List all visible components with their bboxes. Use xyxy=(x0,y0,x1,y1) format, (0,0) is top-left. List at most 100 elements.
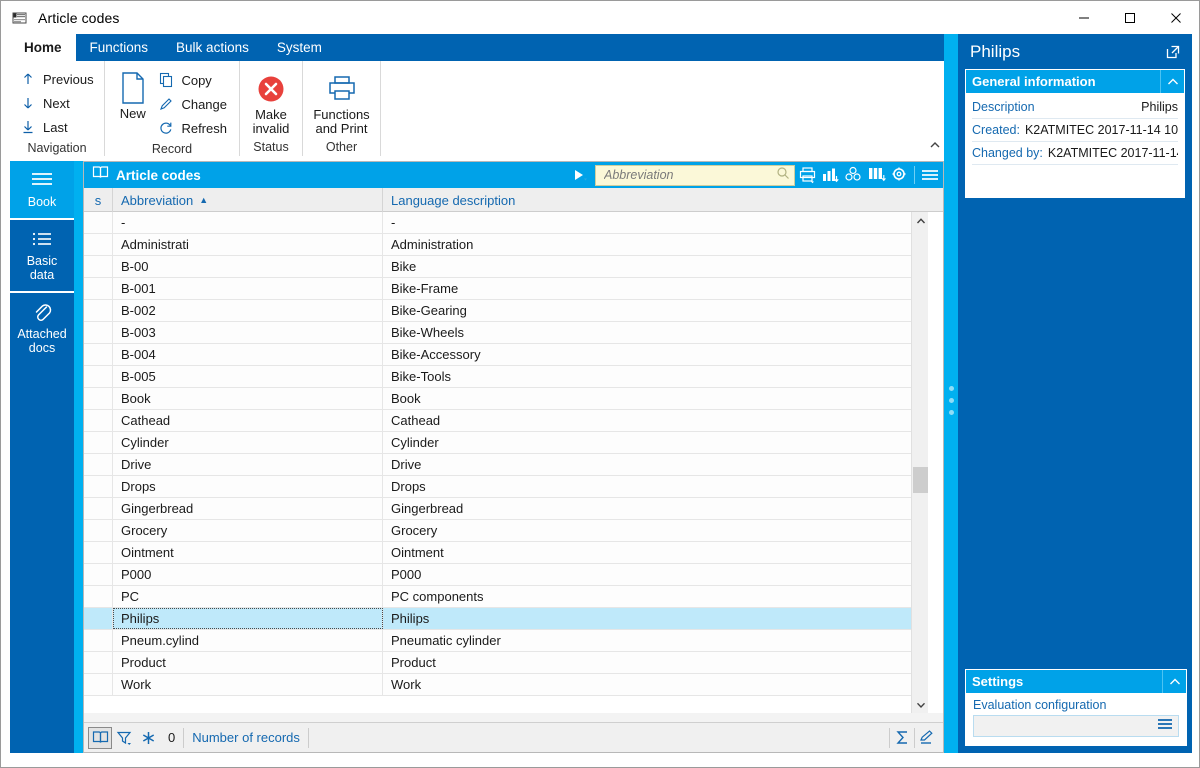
tab-functions[interactable]: Functions xyxy=(76,34,163,61)
scrollbar-thumb[interactable] xyxy=(913,467,928,493)
cell-s xyxy=(84,674,113,695)
group-icon[interactable] xyxy=(843,165,864,186)
table-row[interactable]: B-001 Bike-Frame xyxy=(84,278,911,300)
grid-header-row: s Abbreviation ▲ Language description xyxy=(84,188,943,212)
table-row[interactable]: PC PC components xyxy=(84,586,911,608)
cell-language-description: Bike-Accessory xyxy=(391,347,481,362)
tab-bulk-actions[interactable]: Bulk actions xyxy=(162,34,263,61)
column-header-s[interactable]: s xyxy=(84,188,113,212)
table-row[interactable]: B-00 Bike xyxy=(84,256,911,278)
detail-row-changed-by: Changed by: K2ATMITEC 2017-11-14 1... xyxy=(972,142,1178,165)
scroll-up-button[interactable] xyxy=(912,212,929,229)
evaluation-configuration-combo[interactable] xyxy=(973,715,1179,737)
tab-system[interactable]: System xyxy=(263,34,336,61)
column-header-abbreviation[interactable]: Abbreviation ▲ xyxy=(113,188,383,212)
menu-lines-icon[interactable] xyxy=(1155,716,1175,737)
chevron-up-icon[interactable] xyxy=(1162,670,1186,693)
last-button[interactable]: Last xyxy=(16,115,74,139)
book-icon xyxy=(92,165,109,185)
make-invalid-label-line2: invalid xyxy=(252,121,290,136)
table-row[interactable]: B-005 Bike-Tools xyxy=(84,366,911,388)
tab-home[interactable]: Home xyxy=(10,34,76,61)
panel-splitter[interactable] xyxy=(944,34,958,753)
refresh-button[interactable]: Refresh xyxy=(154,116,233,140)
functions-and-print-button[interactable]: Functions and Print xyxy=(309,66,374,136)
table-row[interactable]: Administrati Administration xyxy=(84,234,911,256)
grid-vertical-scrollbar[interactable] xyxy=(911,212,928,713)
table-row[interactable]: Cylinder Cylinder xyxy=(84,432,911,454)
column-header-s-label: s xyxy=(94,192,102,208)
grid-caption-text: Article codes xyxy=(116,167,201,183)
pencil-edit-icon[interactable] xyxy=(915,727,939,749)
chevron-up-icon[interactable] xyxy=(1160,70,1184,93)
search-icon xyxy=(776,166,790,185)
scroll-down-button[interactable] xyxy=(912,696,929,713)
cell-s xyxy=(84,388,113,409)
ribbon-collapse-button[interactable] xyxy=(928,138,944,154)
table-row[interactable]: Drive Drive xyxy=(84,454,911,476)
table-row[interactable]: Ointment Ointment xyxy=(84,542,911,564)
cell-s xyxy=(84,564,113,585)
table-row[interactable]: B-004 Bike-Accessory xyxy=(84,344,911,366)
chart-icon[interactable] xyxy=(820,165,841,186)
cell-s xyxy=(84,256,113,277)
sidebar-item-book[interactable]: Book xyxy=(10,161,74,220)
change-button[interactable]: Change xyxy=(154,92,233,116)
print-icon[interactable] xyxy=(797,165,818,186)
copy-button[interactable]: Copy xyxy=(154,68,233,92)
table-row[interactable]: Gingerbread Gingerbread xyxy=(84,498,911,520)
table-row[interactable]: Book Book xyxy=(84,388,911,410)
table-row[interactable]: P000 P000 xyxy=(84,564,911,586)
columns-icon[interactable] xyxy=(866,165,887,186)
new-button[interactable]: New xyxy=(111,65,154,121)
table-row[interactable]: Cathead Cathead xyxy=(84,410,911,432)
play-icon[interactable] xyxy=(572,167,593,183)
table-row[interactable]: -- xyxy=(84,212,911,234)
book-view-icon[interactable] xyxy=(88,726,112,749)
evaluation-configuration-label: Evaluation configuration xyxy=(973,698,1107,712)
cell-abbreviation: Work xyxy=(113,674,383,695)
search-box[interactable] xyxy=(595,164,795,186)
detail-row-created-value: K2ATMITEC 2017-11-14 10:19... xyxy=(1024,123,1178,137)
asterisk-icon[interactable] xyxy=(136,727,160,749)
table-row[interactable]: Grocery Grocery xyxy=(84,520,911,542)
cell-language-description: Philips xyxy=(391,611,430,626)
make-invalid-button[interactable]: Make invalid xyxy=(246,66,296,136)
close-button[interactable] xyxy=(1153,1,1199,34)
minimize-button[interactable] xyxy=(1061,1,1107,34)
cell-s xyxy=(84,476,113,497)
table-row[interactable]: Pneum.cylind Pneumatic cylinder xyxy=(84,630,911,652)
table-row[interactable]: Drops Drops xyxy=(84,476,911,498)
settings-title: Settings xyxy=(972,674,1024,689)
previous-button[interactable]: Previous xyxy=(16,67,100,91)
sidebar-empty-area xyxy=(10,358,74,753)
cell-abbreviation: B-005 xyxy=(113,366,383,387)
filter-icon[interactable] xyxy=(112,727,136,749)
menu-lines-icon[interactable] xyxy=(919,165,940,186)
table-row[interactable]: Product Product xyxy=(84,652,911,674)
table-row[interactable]: B-003 Bike-Wheels xyxy=(84,322,911,344)
next-button[interactable]: Next xyxy=(16,91,76,115)
settings-header[interactable]: Settings xyxy=(966,670,1186,693)
column-header-abbreviation-label: Abbreviation xyxy=(121,192,194,208)
sigma-icon[interactable] xyxy=(890,727,914,749)
maximize-button[interactable] xyxy=(1107,1,1153,34)
sidebar-item-attached-docs[interactable]: Attached docs xyxy=(10,293,74,366)
open-external-icon[interactable] xyxy=(1163,42,1183,62)
settings-body: Evaluation configuration xyxy=(966,693,1186,745)
table-row[interactable]: Philips Philips xyxy=(84,608,911,630)
settings-gear-icon[interactable] xyxy=(889,165,910,186)
table-row[interactable]: Work Work xyxy=(84,674,911,696)
table-row[interactable]: B-002 Bike-Gearing xyxy=(84,300,911,322)
general-information-header[interactable]: General information xyxy=(966,70,1184,93)
cell-abbreviation: - xyxy=(113,212,383,233)
cell-abbreviation: PC xyxy=(113,586,383,607)
column-header-language-description[interactable]: Language description xyxy=(383,188,911,212)
printer-icon xyxy=(326,70,358,108)
cell-s xyxy=(84,520,113,541)
toolbar-separator xyxy=(914,166,915,184)
cell-s xyxy=(84,300,113,321)
sidebar-item-basic-data[interactable]: Basic data xyxy=(10,220,74,293)
search-input[interactable] xyxy=(602,167,776,183)
detail-panel: Philips General information Description xyxy=(958,34,1192,753)
